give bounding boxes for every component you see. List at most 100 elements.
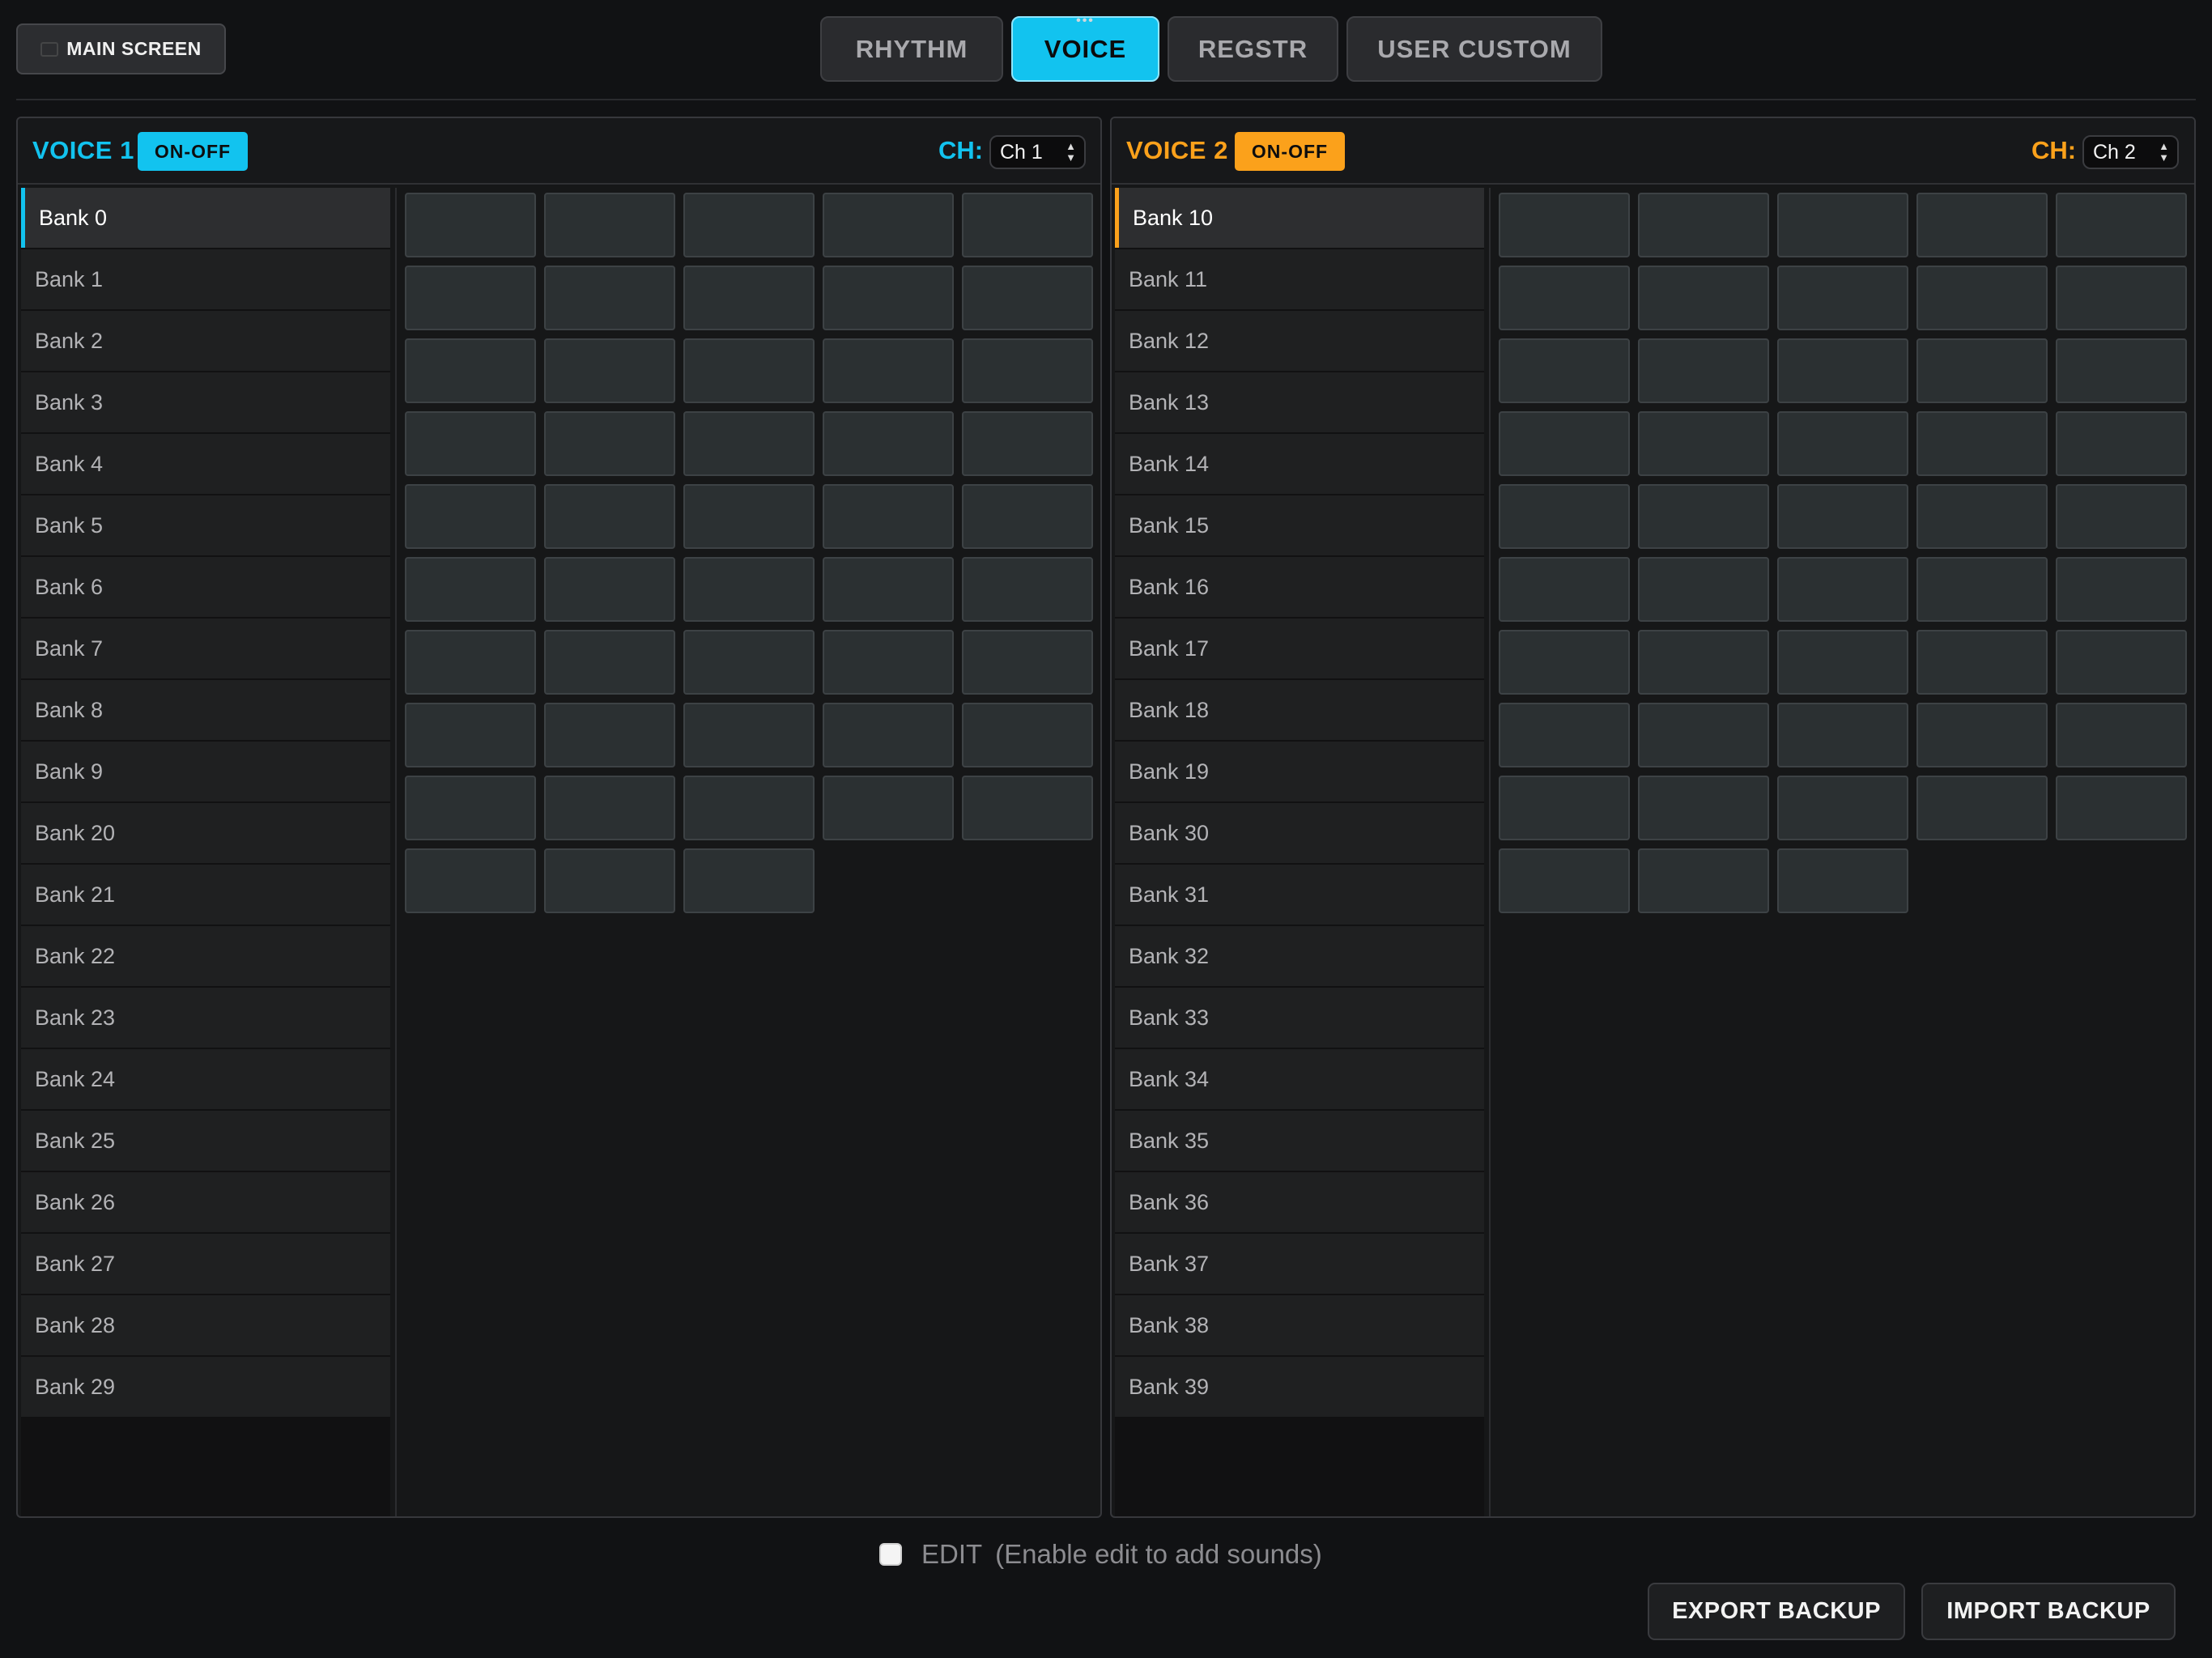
sound-pad[interactable] [1638,848,1769,913]
bank-list-item[interactable]: Bank 38 [1115,1295,1484,1355]
bank-list-item[interactable]: Bank 9 [21,742,390,801]
voice-1-channel-select[interactable]: Ch 1 ▲ ▼ [989,135,1086,169]
sound-pad[interactable] [962,703,1093,767]
sound-pad[interactable] [683,266,815,330]
sound-pad[interactable] [1916,338,2048,403]
sound-pad[interactable] [1638,630,1769,695]
sound-pad[interactable] [1499,630,1630,695]
sound-pad[interactable] [962,411,1093,476]
voice-2-channel-select[interactable]: Ch 2 ▲ ▼ [2082,135,2179,169]
bank-list-item[interactable]: Bank 20 [21,803,390,863]
bank-list-item[interactable]: Bank 23 [21,988,390,1048]
bank-list-item[interactable]: Bank 21 [21,865,390,925]
sound-pad[interactable] [544,776,675,840]
sound-pad[interactable] [1499,338,1630,403]
sound-pad[interactable] [683,193,815,257]
sound-pad[interactable] [962,484,1093,549]
bank-list-item[interactable]: Bank 14 [1115,434,1484,494]
export-backup-button[interactable]: EXPORT BACKUP [1648,1583,1905,1640]
sound-pad[interactable] [823,193,954,257]
sound-pad[interactable] [1777,557,1908,622]
edit-checkbox[interactable] [879,1543,902,1566]
bank-list-item[interactable]: Bank 4 [21,434,390,494]
bank-list-item[interactable]: Bank 39 [1115,1357,1484,1417]
bank-list-item[interactable]: Bank 5 [21,495,390,555]
bank-list-item[interactable]: Bank 33 [1115,988,1484,1048]
sound-pad[interactable] [683,848,815,913]
sound-pad[interactable] [1916,776,2048,840]
bank-list-item[interactable]: Bank 32 [1115,926,1484,986]
bank-list-item[interactable]: Bank 15 [1115,495,1484,555]
sound-pad[interactable] [1777,266,1908,330]
bank-list-item[interactable]: Bank 17 [1115,619,1484,678]
sound-pad[interactable] [1777,776,1908,840]
sound-pad[interactable] [544,266,675,330]
bank-list-item[interactable]: Bank 24 [21,1049,390,1109]
sound-pad[interactable] [1638,703,1769,767]
sound-pad[interactable] [823,484,954,549]
sound-pad[interactable] [683,776,815,840]
sound-pad[interactable] [405,630,536,695]
sound-pad[interactable] [1499,557,1630,622]
sound-pad[interactable] [544,630,675,695]
sound-pad[interactable] [962,266,1093,330]
sound-pad[interactable] [1638,411,1769,476]
sound-pad[interactable] [2056,776,2187,840]
tab-rhythm[interactable]: RHYTHM [820,16,1003,82]
bank-list-item[interactable]: Bank 10 [1115,188,1484,248]
sound-pad[interactable] [405,848,536,913]
sound-pad[interactable] [683,411,815,476]
sound-pad[interactable] [823,266,954,330]
sound-pad[interactable] [1777,630,1908,695]
bank-list-item[interactable]: Bank 0 [21,188,390,248]
bank-list-item[interactable]: Bank 37 [1115,1234,1484,1294]
sound-pad[interactable] [1916,411,2048,476]
sound-pad[interactable] [1777,484,1908,549]
sound-pad[interactable] [405,193,536,257]
bank-list-item[interactable]: Bank 12 [1115,311,1484,371]
sound-pad[interactable] [2056,193,2187,257]
sound-pad[interactable] [823,338,954,403]
sound-pad[interactable] [1916,193,2048,257]
bank-list-item[interactable]: Bank 2 [21,311,390,371]
sound-pad[interactable] [1638,266,1769,330]
sound-pad[interactable] [1499,193,1630,257]
sound-pad[interactable] [1916,703,2048,767]
sound-pad[interactable] [1916,266,2048,330]
bank-list-item[interactable]: Bank 31 [1115,865,1484,925]
sound-pad[interactable] [1638,484,1769,549]
sound-pad[interactable] [544,193,675,257]
bank-list-item[interactable]: Bank 3 [21,372,390,432]
sound-pad[interactable] [1499,848,1630,913]
tab-regstr[interactable]: REGSTR [1168,16,1338,82]
sound-pad[interactable] [823,776,954,840]
sound-pad[interactable] [683,557,815,622]
bank-list-item[interactable]: Bank 29 [21,1357,390,1417]
bank-list-item[interactable]: Bank 25 [21,1111,390,1171]
sound-pad[interactable] [544,484,675,549]
sound-pad[interactable] [2056,484,2187,549]
sound-pad[interactable] [1916,484,2048,549]
sound-pad[interactable] [683,484,815,549]
bank-list-item[interactable]: Bank 16 [1115,557,1484,617]
sound-pad[interactable] [1638,557,1769,622]
sound-pad[interactable] [1777,338,1908,403]
bank-list-item[interactable]: Bank 36 [1115,1172,1484,1232]
bank-list-item[interactable]: Bank 18 [1115,680,1484,740]
sound-pad[interactable] [2056,703,2187,767]
voice-1-onoff-button[interactable]: ON-OFF [138,132,248,171]
bank-list-item[interactable]: Bank 7 [21,619,390,678]
sound-pad[interactable] [1916,630,2048,695]
sound-pad[interactable] [2056,557,2187,622]
sound-pad[interactable] [405,484,536,549]
bank-list-item[interactable]: Bank 35 [1115,1111,1484,1171]
sound-pad[interactable] [405,776,536,840]
tab-user-custom[interactable]: USER CUSTOM [1346,16,1602,82]
sound-pad[interactable] [962,776,1093,840]
sound-pad[interactable] [1777,193,1908,257]
sound-pad[interactable] [1638,193,1769,257]
bank-list-item[interactable]: Bank 8 [21,680,390,740]
bank-list-item[interactable]: Bank 34 [1115,1049,1484,1109]
sound-pad[interactable] [1638,776,1769,840]
sound-pad[interactable] [962,193,1093,257]
